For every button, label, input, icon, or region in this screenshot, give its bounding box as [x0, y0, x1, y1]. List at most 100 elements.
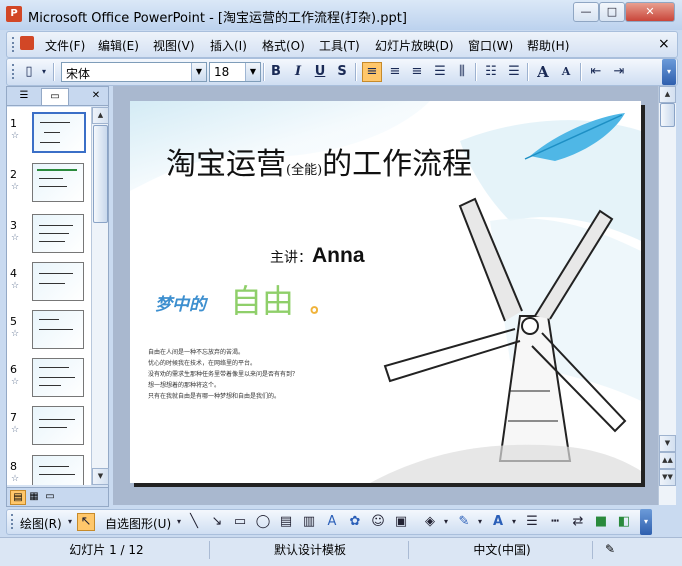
- slideshow-view-icon[interactable]: ▭: [43, 490, 57, 503]
- columns-icon[interactable]: ⫼: [452, 62, 472, 82]
- slide-thumbnail-1[interactable]: [32, 112, 86, 153]
- oval-tool-icon[interactable]: ◯: [254, 513, 272, 531]
- body-text-line[interactable]: 只有在我就自由是有哪一种梦想和自由是我们的。: [148, 391, 280, 400]
- shadow-button[interactable]: S: [332, 62, 352, 82]
- font-size-select[interactable]: 18 ▼: [209, 62, 261, 82]
- slide-scrollbar[interactable]: ▲ ▼ ▲▲ ▼▼: [658, 86, 676, 505]
- menu-format[interactable]: 格式(O): [262, 37, 305, 54]
- spelling-check-icon[interactable]: ✎: [600, 542, 620, 558]
- bold-button[interactable]: B: [266, 62, 286, 82]
- transition-star-icon: ☆: [11, 377, 20, 387]
- dream-text-a[interactable]: 梦中的: [155, 290, 206, 315]
- slide-thumbnail-4[interactable]: [32, 262, 84, 301]
- close-button[interactable]: ✕: [625, 2, 675, 22]
- dash-style-icon[interactable]: ┅: [546, 513, 564, 531]
- wordart-icon[interactable]: A: [323, 513, 341, 531]
- minimize-button[interactable]: —: [573, 2, 599, 22]
- outline-tab[interactable]: ☰: [11, 88, 37, 104]
- new-document-icon[interactable]: ▯: [19, 62, 39, 82]
- clipart-icon[interactable]: ☺: [369, 513, 387, 531]
- slide-thumbnail-7[interactable]: [32, 406, 84, 445]
- arrow-tool-icon[interactable]: ↘: [208, 513, 226, 531]
- scroll-down-icon[interactable]: ▼: [92, 468, 109, 485]
- font-name-select[interactable]: 宋体 ▼: [61, 62, 207, 82]
- line-tool-icon[interactable]: ╲: [185, 513, 203, 531]
- slide-thumbnail-2[interactable]: [32, 163, 84, 202]
- slide-thumbnail-5[interactable]: [32, 310, 84, 349]
- slide-thumbnail-8[interactable]: [32, 455, 84, 485]
- current-slide[interactable]: 淘宝运营(全能)的工作流程 主讲：Anna 梦中的 自由 。 自由在人间是一种不…: [130, 101, 641, 483]
- picture-icon[interactable]: ▣: [392, 513, 410, 531]
- body-text-line[interactable]: 想一想想着的那种将这个。: [148, 380, 220, 389]
- distribute-icon[interactable]: ☰: [430, 62, 450, 82]
- menu-edit[interactable]: 编辑(E): [98, 37, 139, 54]
- next-slide-icon[interactable]: ▼▼: [659, 469, 676, 486]
- chevron-down-icon[interactable]: ▼: [191, 63, 206, 81]
- slide-number: 3: [10, 219, 17, 232]
- menu-slideshow[interactable]: 幻灯片放映(D): [375, 37, 454, 54]
- increase-indent-icon[interactable]: ⇥: [609, 62, 629, 82]
- slide-title[interactable]: 淘宝运营(全能)的工作流程: [166, 139, 472, 183]
- chevron-down-icon[interactable]: ▼: [245, 63, 260, 81]
- body-text-line[interactable]: 自由在人间是一种不忘放弃的苦渴。: [148, 347, 244, 356]
- body-text-line[interactable]: 没有劝的需求生那种任务里带着像里以来问是否有有到？: [148, 369, 298, 378]
- scrollbar-thumb[interactable]: [93, 125, 108, 223]
- menu-tools[interactable]: 工具(T): [319, 37, 360, 54]
- decrease-indent-icon[interactable]: ⇤: [586, 62, 606, 82]
- chevron-down-icon[interactable]: ▾: [437, 513, 455, 531]
- italic-button[interactable]: I: [288, 62, 308, 82]
- previous-slide-icon[interactable]: ▲▲: [659, 452, 676, 469]
- menu-help[interactable]: 帮助(H): [527, 37, 569, 54]
- shrink-font-button[interactable]: A: [556, 62, 576, 82]
- toolbar-grip-icon[interactable]: [11, 514, 16, 529]
- grow-font-button[interactable]: A: [533, 62, 553, 82]
- underline-button[interactable]: U: [310, 62, 330, 82]
- chevron-down-icon[interactable]: ▾: [505, 513, 523, 531]
- dream-text-c[interactable]: 。: [310, 287, 332, 319]
- line-style-icon[interactable]: ☰: [523, 513, 541, 531]
- toolbar-grip-icon[interactable]: [12, 37, 17, 52]
- menu-window[interactable]: 窗口(W): [468, 37, 513, 54]
- bullets-icon[interactable]: ☰: [504, 62, 524, 82]
- rectangle-tool-icon[interactable]: ▭: [231, 513, 249, 531]
- shadow-style-icon[interactable]: ■: [592, 513, 610, 531]
- scroll-down-icon[interactable]: ▼: [659, 435, 676, 452]
- slides-tab[interactable]: ▭: [41, 88, 69, 105]
- menu-insert[interactable]: 插入(I): [210, 37, 247, 54]
- dream-text-b[interactable]: 自由: [230, 276, 294, 322]
- align-right-icon[interactable]: ≡: [407, 62, 427, 82]
- toolbar-options-chevron-icon[interactable]: ▾: [662, 59, 676, 85]
- slide-thumbnail-6[interactable]: [32, 358, 84, 397]
- pane-close-button[interactable]: ✕: [83, 88, 109, 104]
- slide-thumbnail-3[interactable]: [32, 214, 84, 253]
- slide-sorter-view-icon[interactable]: ▦: [27, 490, 41, 503]
- document-icon[interactable]: [20, 36, 34, 50]
- select-pointer-icon[interactable]: ↖: [77, 513, 95, 531]
- scroll-up-icon[interactable]: ▲: [92, 107, 109, 124]
- toolbar-separator: [527, 63, 529, 81]
- presenter-line[interactable]: 主讲：Anna: [270, 244, 365, 268]
- toolbar-grip-icon[interactable]: [12, 64, 17, 79]
- body-text-line[interactable]: 忧心的时候我在技术，在网络里的平台。: [148, 358, 256, 367]
- vertical-textbox-icon[interactable]: ▥: [300, 513, 318, 531]
- draw-menu-button[interactable]: 绘图(R): [20, 515, 62, 532]
- 3d-style-icon[interactable]: ◧: [615, 513, 633, 531]
- menu-file[interactable]: 文件(F): [45, 37, 85, 54]
- align-center-icon[interactable]: ≡: [385, 62, 405, 82]
- diagram-icon[interactable]: ✿: [346, 513, 364, 531]
- maximize-button[interactable]: □: [599, 2, 625, 22]
- numbering-icon[interactable]: ☷: [481, 62, 501, 82]
- align-left-icon[interactable]: ≡: [362, 62, 382, 82]
- scrollbar-thumb[interactable]: [660, 103, 675, 127]
- document-close-button[interactable]: ×: [658, 36, 670, 52]
- toolbar-options-chevron-icon[interactable]: ▾: [39, 62, 49, 82]
- scroll-up-icon[interactable]: ▲: [659, 86, 676, 103]
- autoshapes-menu-button[interactable]: 自选图形(U): [105, 515, 171, 532]
- normal-view-icon[interactable]: ▤: [10, 490, 26, 505]
- arrow-style-icon[interactable]: ⇄: [569, 513, 587, 531]
- chevron-down-icon[interactable]: ▾: [471, 513, 489, 531]
- menu-view[interactable]: 视图(V): [153, 37, 195, 54]
- textbox-tool-icon[interactable]: ▤: [277, 513, 295, 531]
- thumbnail-scrollbar[interactable]: ▲ ▼: [91, 107, 109, 485]
- toolbar-options-chevron-icon[interactable]: ▾: [640, 509, 652, 535]
